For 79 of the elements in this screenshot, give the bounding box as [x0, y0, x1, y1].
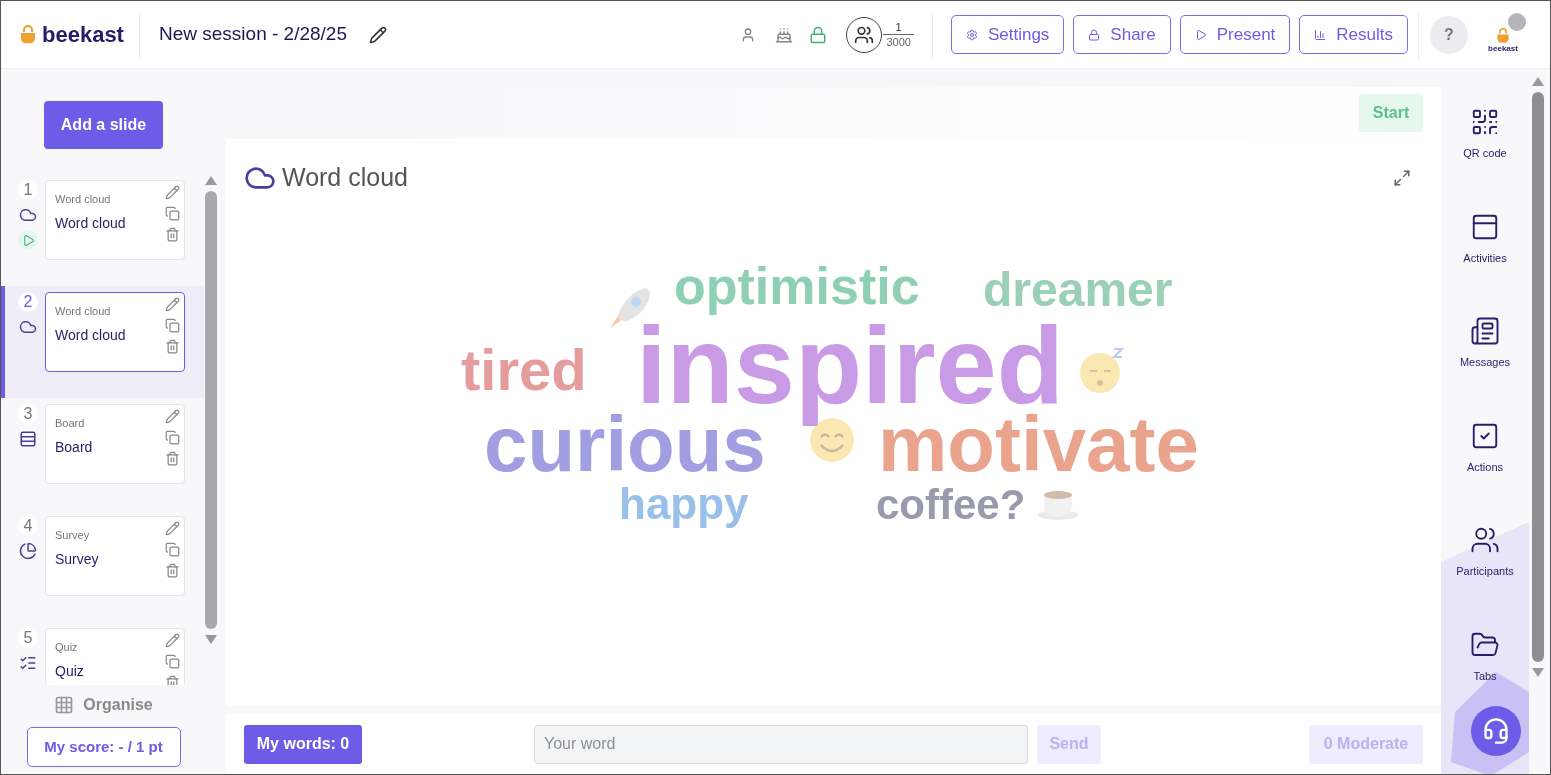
participant-limit: 3000 — [883, 34, 914, 49]
delete-icon[interactable] — [165, 451, 180, 466]
duplicate-icon[interactable] — [165, 206, 180, 221]
rail-item[interactable]: QR code — [1463, 107, 1507, 162]
cloud-icon — [19, 206, 37, 224]
score-button[interactable]: My score: - / 1 pt — [26, 727, 181, 767]
cloud-word: happy — [619, 478, 749, 530]
slide-row[interactable]: 2 Word cloud Word cloud — [1, 286, 204, 398]
logo-text: beekast — [42, 21, 124, 49]
slide-card[interactable]: Word cloud Word cloud — [45, 292, 185, 372]
play-icon — [1194, 28, 1207, 41]
checklist-icon — [19, 654, 37, 672]
rows-icon — [19, 430, 37, 448]
rail-item[interactable]: Tabs — [1470, 629, 1500, 684]
slide-card[interactable]: Word cloud Word cloud — [45, 180, 185, 260]
duplicate-icon[interactable] — [165, 542, 180, 557]
toolbar-button[interactable]: Share — [1073, 15, 1171, 54]
slide-number: 3 — [18, 404, 38, 424]
slide-heading: Word cloud — [282, 162, 408, 193]
expand-icon[interactable] — [1393, 168, 1411, 187]
qr-code-icon — [1470, 107, 1500, 137]
cloud-word: coffee? — [876, 480, 1026, 529]
my-words-button[interactable]: My words: 0 — [244, 724, 362, 764]
headset-icon — [1482, 717, 1510, 745]
duplicate-icon[interactable] — [165, 318, 180, 333]
slide-card[interactable]: Quiz Quiz — [45, 628, 185, 685]
logo-icon — [18, 24, 38, 45]
slide-title: Survey — [55, 549, 100, 569]
lock-icon — [1088, 28, 1101, 41]
duplicate-icon[interactable] — [165, 430, 180, 445]
logo-icon — [1495, 27, 1511, 44]
word-input[interactable]: Your word — [534, 724, 1028, 764]
add-slide-button[interactable]: Add a slide — [44, 101, 163, 149]
bar-chart-icon — [1314, 28, 1327, 41]
help-button[interactable]: ? — [1430, 15, 1468, 54]
slide-type: Quiz — [55, 640, 79, 655]
slide-row[interactable]: 5 Quiz Quiz — [1, 622, 204, 685]
toolbar-button[interactable]: Present — [1179, 15, 1291, 54]
pie-chart-icon — [19, 542, 37, 560]
participant-count: 1 — [895, 20, 902, 34]
document-icon — [1470, 316, 1500, 346]
slide-number: 2 — [18, 292, 38, 312]
cloud-word: tired — [461, 336, 587, 404]
slide-title: Board — [55, 437, 94, 457]
toolbar-button[interactable]: Results — [1299, 15, 1408, 54]
grid-icon — [54, 695, 75, 715]
rail-item[interactable]: Messages — [1459, 316, 1511, 371]
rail-item[interactable]: Activities — [1463, 211, 1507, 266]
people-icon — [1470, 525, 1500, 555]
session-title: New session - 2/28/25 — [159, 22, 347, 47]
slide-number: 1 — [18, 180, 38, 200]
slide-type: Survey — [55, 528, 91, 543]
account-logo-text: beekast — [1488, 43, 1518, 53]
gear-icon — [965, 28, 978, 41]
rail-item[interactable]: Actions — [1466, 420, 1504, 475]
slide-title: Word cloud — [55, 213, 127, 233]
cake-icon[interactable] — [775, 25, 794, 44]
slide-type: Word cloud — [55, 304, 112, 319]
slide-title: Word cloud — [55, 325, 127, 345]
duplicate-icon[interactable] — [165, 654, 180, 669]
slide-type: Word cloud — [55, 192, 112, 207]
rail-item[interactable]: Participants — [1456, 525, 1514, 580]
delete-icon[interactable] — [165, 339, 180, 354]
slide-number: 5 — [18, 628, 38, 648]
slide-card[interactable]: Board Board — [45, 404, 185, 484]
edit-icon[interactable] — [369, 25, 387, 44]
toolbar-button[interactable]: Settings — [950, 15, 1065, 54]
slide-number: 4 — [18, 516, 38, 536]
delete-icon[interactable] — [165, 227, 180, 242]
slide-title: Quiz — [55, 661, 85, 681]
slide-row[interactable]: 3 Board Board — [1, 398, 204, 510]
slide-type: Board — [55, 416, 86, 431]
slide-row[interactable]: 1 Word cloud Word cloud — [1, 174, 204, 286]
cloud-icon — [19, 318, 37, 336]
delete-icon[interactable] — [165, 563, 180, 578]
slide-row[interactable]: 4 Survey Survey — [1, 510, 204, 622]
slide-card[interactable]: Survey Survey — [45, 516, 185, 596]
cloud-word: dreamer — [983, 261, 1173, 317]
lock-icon[interactable] — [809, 25, 828, 44]
